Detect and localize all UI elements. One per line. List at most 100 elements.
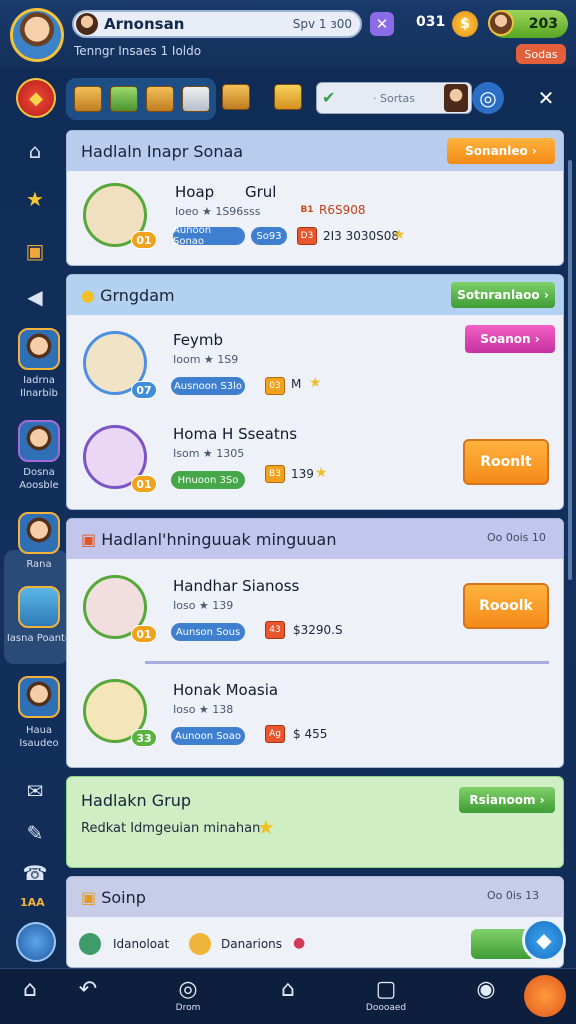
sidebar-label-1: Iadrna Ilnarbib	[20, 375, 58, 399]
nav-inbox-label: Doooaed	[365, 1003, 407, 1013]
phone-icon[interactable]: ☎	[20, 858, 50, 888]
player-avatar[interactable]	[10, 8, 64, 62]
soccer-ball-icon: ◉	[476, 977, 496, 1002]
close-icon[interactable]: ✕	[530, 82, 562, 114]
nav-search[interactable]: ◎ Drom	[158, 977, 218, 1013]
sidebar-avatar-2[interactable]	[18, 420, 60, 462]
search-placeholder: · Sortas	[372, 91, 415, 105]
dice-box-icon[interactable]	[182, 86, 210, 112]
nav-back[interactable]: ↶	[58, 977, 118, 1003]
home-nav-icon: ⌂	[23, 977, 37, 1002]
card1-row-val1: R6S908	[319, 203, 366, 217]
nav-home[interactable]: ⌂	[0, 977, 60, 1003]
compass-icon[interactable]: ◎	[472, 82, 504, 114]
gift-box-icon[interactable]	[110, 86, 138, 112]
card3-row1-pill[interactable]: Aunson Sous	[171, 623, 245, 641]
card2-row1-star-icon: ★	[309, 375, 322, 391]
profile-round-icon[interactable]	[16, 922, 56, 962]
sidebar-avatar-1[interactable]	[18, 328, 60, 370]
search-avatar-icon	[444, 84, 468, 112]
card2-row1-sub: Ioom ★ 1S9	[173, 353, 239, 366]
card2-row1-button[interactable]: Soanon ›	[465, 325, 555, 353]
card1-row-val2: 2I3 3030S08	[323, 229, 400, 243]
nav-friends[interactable]: ◉	[456, 977, 516, 1003]
home-icon[interactable]: ⌂	[20, 136, 50, 166]
package-icon[interactable]: ▣	[20, 236, 50, 266]
card2-row1-val: M	[291, 377, 302, 391]
card2-row2-title: Homa H Sseatns	[173, 425, 298, 443]
card4-desc: Redkat Idmgeuian minahan	[81, 821, 261, 836]
mini-avatar-icon	[76, 13, 98, 35]
card1-button-label: Sonanleo	[465, 144, 528, 158]
friend-avatar-icon	[488, 10, 514, 36]
inbox-icon: ▢	[375, 977, 397, 1002]
sidebar-label-3: Rana	[26, 559, 52, 570]
top-red-button[interactable]: Sodas	[516, 44, 566, 64]
crossed-swords-icon[interactable]: ✕	[370, 12, 394, 36]
card3-row1-button[interactable]: Rooolk	[463, 583, 549, 629]
card2-header-button[interactable]: Sotnranlaoo ›	[451, 282, 555, 308]
card1-row-sub: Ioeo ★ 1S96sss	[175, 205, 261, 218]
scrollbar[interactable]	[568, 160, 572, 580]
diamond-menu-icon[interactable]: ◆	[16, 78, 56, 118]
card2-row1-button-label: Soanon	[480, 332, 531, 346]
treasure-box-icon[interactable]	[146, 86, 174, 112]
card5-item1-icon	[79, 933, 101, 955]
bottom-nav: ⌂ ↶ ◎ Drom ⌂ ▢ Doooaed ◉	[0, 968, 576, 1024]
card2-row2-badge: 01	[131, 475, 157, 493]
card2-row2-button[interactable]: Roonlt	[463, 439, 549, 485]
card1-row-pill1[interactable]: Aunoon Sonao	[173, 225, 245, 247]
card2-row2-sub: Isom ★ 1305	[173, 447, 245, 460]
checklist-icon: ✔	[322, 88, 336, 107]
card3-row2-title: Honak Moasia	[173, 681, 279, 699]
card1-row-title: Hoap	[175, 183, 215, 201]
card-top-sale: Hadlaln Inapr Sonaa Sonanleo › 01 Hoap G…	[66, 130, 564, 266]
player-name-box[interactable]: Arnonsan Sрv 1 з00	[72, 10, 362, 38]
card5-berry-icon: ●	[293, 935, 306, 951]
magnifier-icon: ◎	[178, 977, 198, 1002]
back-arrow-icon[interactable]: ◀	[20, 282, 50, 312]
mailbox-icon[interactable]: ✉	[20, 776, 50, 806]
card-soinp: ▣ Soinp Oo 0is 13 Idanoloat Danarions ●	[66, 876, 564, 968]
card5-item2-icon	[189, 933, 211, 955]
card5-item1[interactable]: Idanoloat	[113, 937, 169, 951]
golden-crate-icon[interactable]	[222, 84, 250, 110]
card3-row2-pill[interactable]: Aunoon Soao	[171, 727, 245, 745]
chat-bubble-icon[interactable]: ◆	[522, 918, 566, 962]
chest-icon[interactable]	[74, 86, 102, 112]
card3-row1-sub: Ioso ★ 139	[173, 599, 234, 612]
nav-shop-icon[interactable]	[524, 975, 566, 1017]
card4-button[interactable]: Rsianoom ›	[459, 787, 555, 813]
card2-row2-pill[interactable]: Hnuoon 3So	[171, 471, 245, 489]
card3-row2-badge: 33	[131, 729, 157, 747]
card1-title: Hadlaln Inapr Sonaa	[81, 141, 244, 161]
present-icon[interactable]	[274, 84, 302, 110]
card5-header-icon: ▣	[81, 887, 97, 907]
nav-inbox[interactable]: ▢ Doooaed	[356, 977, 416, 1013]
coin-count: 031	[416, 14, 446, 30]
sidebar-avatar-3[interactable]	[18, 512, 60, 554]
card2-row2-star-icon: ★	[315, 465, 328, 481]
card3-header-box-icon: ▣	[81, 529, 97, 549]
card1-row-pill2[interactable]: So93	[251, 227, 287, 245]
undo-icon: ↶	[78, 977, 98, 1002]
card2-row1-rb: 03	[265, 377, 285, 395]
card2-row1-pill[interactable]: Ausnoon S3lo	[171, 377, 245, 395]
card1-thumb-badge: 01	[131, 231, 157, 249]
card5-item2[interactable]: Danarions	[221, 937, 282, 951]
card3-row1-badge: 01	[131, 625, 157, 643]
card1-header-button[interactable]: Sonanleo ›	[447, 138, 555, 164]
gem-count: 203	[528, 16, 558, 32]
card-hadlan-minguuan: ▣ Hadlanl'hninguuak minguuan Oo 0ois 10 …	[66, 518, 564, 768]
sidebar-label-4: Iasna Poante	[6, 633, 72, 644]
nav-house[interactable]: ⌂	[258, 977, 318, 1003]
sidebar-avatar-4[interactable]	[18, 586, 60, 628]
coin-icon: $	[452, 11, 478, 37]
star-icon[interactable]: ★	[20, 184, 50, 214]
sidebar-avatar-5[interactable]	[18, 676, 60, 718]
card-grup: Hadlakn Grup Redkat Idmgeuian minahan ★ …	[66, 776, 564, 868]
card1-row-rb1: B1	[300, 205, 314, 215]
card2-row1-badge: 07	[131, 381, 157, 399]
card2-row2-rb: B3	[265, 465, 285, 483]
pencil-icon[interactable]: ✎	[20, 818, 50, 848]
